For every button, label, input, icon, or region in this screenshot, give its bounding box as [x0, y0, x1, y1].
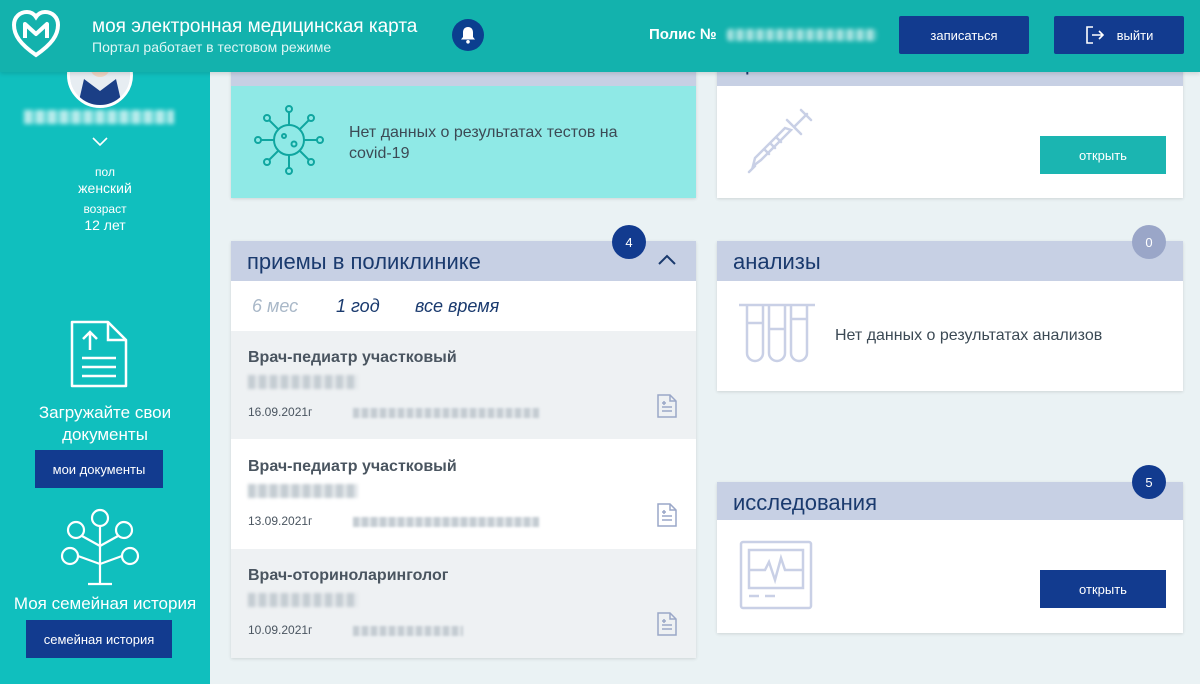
visit-date: 10.09.2021г [248, 623, 313, 637]
sex-label: пол [95, 165, 115, 179]
covid-no-data-text: Нет данных о результатах тестов на covid… [349, 124, 618, 162]
visit-row[interactable]: Врач-педиатр участковый 13.09.2021г [231, 440, 696, 548]
sex-value: женский [78, 180, 132, 196]
medical-document-icon[interactable] [656, 611, 678, 637]
logout-icon [1085, 26, 1104, 44]
age-value: 12 лет [84, 217, 126, 233]
exit-label: выйти [1116, 27, 1154, 43]
polis-label: Полис № [649, 26, 717, 43]
family-history-button[interactable]: семейная история [26, 620, 172, 658]
chevron-up-icon[interactable] [657, 253, 677, 267]
family-tree-icon [60, 508, 140, 586]
app-title: моя электронная медицинская карта [92, 16, 418, 37]
doctor-name-redacted [248, 375, 358, 389]
doctor-name-redacted [248, 484, 358, 498]
analyses-card: анализы Нет данных о результатах анализо… [717, 241, 1183, 391]
monitor-icon [739, 540, 813, 610]
research-open-button[interactable]: открыть [1040, 570, 1166, 608]
medical-document-icon[interactable] [656, 393, 678, 419]
visit-row[interactable]: Врач-оториноларинголог 10.09.2021г [231, 549, 696, 658]
logo-icon[interactable] [10, 8, 62, 60]
analyses-card-header: анализы [717, 241, 1183, 281]
research-card-title: исследования [733, 490, 877, 515]
research-count-badge: 5 [1132, 465, 1166, 499]
tab-1-year[interactable]: 1 год [336, 296, 380, 317]
polis-value-redacted [726, 29, 877, 42]
app-subtitle: Портал работает в тестовом режиме [92, 39, 332, 55]
research-card-header: исследования [717, 482, 1183, 520]
documents-text: Загружайте свои документы [38, 403, 172, 444]
analyses-no-data-text: Нет данных о результатах анализов [835, 327, 1103, 344]
my-documents-button[interactable]: мои документы [35, 450, 163, 488]
exit-button[interactable]: выйти [1054, 16, 1184, 54]
visits-count-badge: 4 [612, 225, 646, 259]
doctor-name-redacted [248, 593, 358, 607]
tab-all-time[interactable]: все время [415, 296, 499, 317]
visit-specialty: Врач-педиатр участковый [248, 458, 457, 475]
clinic-redacted [353, 517, 539, 527]
clinic-redacted [353, 626, 463, 636]
covid-card: тесты на covid-19 Нет данных о результат… [231, 56, 696, 198]
vaccines-open-button[interactable]: открыть [1040, 136, 1166, 174]
vaccines-card: прививки открыть [717, 56, 1183, 198]
notifications-button[interactable] [452, 19, 484, 51]
top-bar: моя электронная медицинская карта Портал… [0, 0, 1200, 72]
clinic-redacted [353, 408, 539, 418]
visit-date: 13.09.2021г [248, 514, 313, 528]
document-upload-icon [70, 320, 128, 388]
chevron-down-icon[interactable] [90, 136, 110, 148]
research-card: исследования открыть [717, 482, 1183, 633]
patient-name-redacted [24, 110, 174, 124]
bell-icon [461, 27, 475, 44]
age-label: возраст [83, 202, 127, 216]
family-history-text: Моя семейная история [13, 594, 197, 613]
visits-card-title: приемы в поликлинике [247, 249, 481, 274]
analyses-card-title: анализы [733, 249, 821, 274]
polis-number: Полис № [649, 26, 877, 43]
book-appointment-button[interactable]: записаться [899, 16, 1029, 54]
medical-document-icon[interactable] [656, 502, 678, 528]
visit-row[interactable]: Врач-педиатр участковый 16.09.2021г [231, 331, 696, 439]
virus-icon [254, 105, 324, 175]
visit-specialty: Врач-оториноларинголог [248, 567, 449, 584]
test-tubes-icon [739, 303, 815, 363]
sidebar: пол женский возраст 12 лет Загружайте св… [0, 42, 210, 684]
visit-specialty: Врач-педиатр участковый [248, 349, 457, 366]
analyses-count-badge: 0 [1132, 225, 1166, 259]
tab-6-months[interactable]: 6 мес [252, 296, 298, 317]
visit-date: 16.09.2021г [248, 405, 313, 419]
syringe-icon [747, 108, 813, 174]
